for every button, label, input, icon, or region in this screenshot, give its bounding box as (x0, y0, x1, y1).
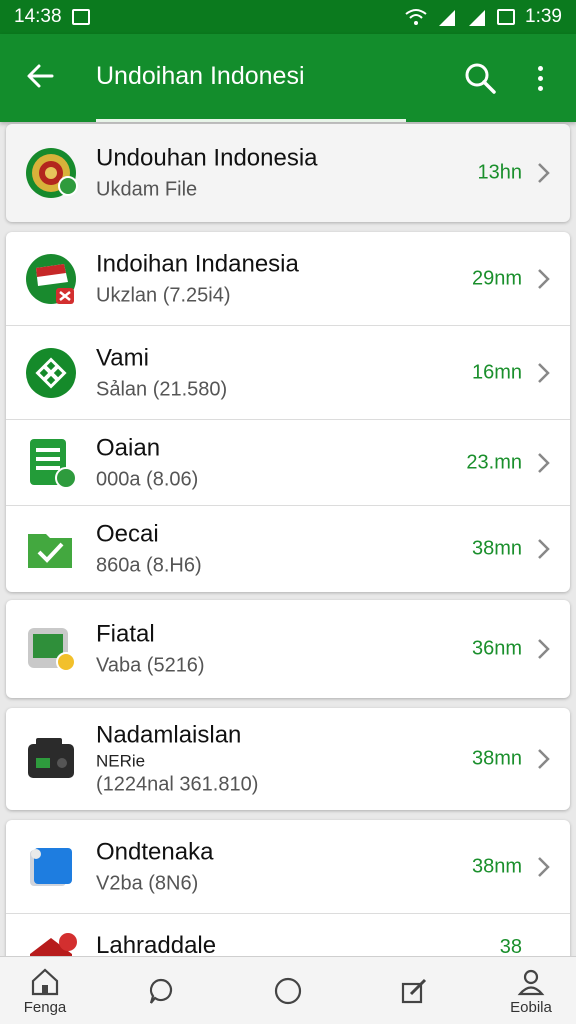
list-card: Indoіhan Indanesia Ukzlan (7.25i4) 29nm … (6, 232, 570, 592)
item-subtitle: (1224nal 361.810) (96, 773, 259, 796)
chevron-right-icon (538, 163, 550, 183)
nav-home-circle[interactable] (238, 957, 338, 1024)
item-name: Oaian (96, 434, 161, 461)
list-card: Nadamlaislan NERie (1224nal 361.810) 38m… (6, 708, 570, 810)
list-item[interactable]: Oecai 860a (8.H6) 38mn (6, 506, 570, 592)
list-item[interactable]: Indoіhan Indanesia Ukzlan (7.25i4) 29nm (6, 232, 570, 326)
list-item[interactable]: Nadamlaislan NERie (1224nal 361.810) 38m… (6, 708, 570, 810)
item-time: 16mn (471, 361, 522, 383)
bottom-navigation: Fenga Eobila (0, 956, 576, 1024)
more-options-button[interactable] (528, 58, 552, 98)
signal-icon (469, 10, 486, 26)
arrow-back-icon (27, 64, 54, 88)
item-tag: NERie (96, 751, 146, 771)
signal-icon (439, 10, 456, 26)
list-item[interactable]: Fiatal Vaba (5216) 36nm (6, 600, 570, 698)
nav-edit[interactable] (364, 957, 464, 1024)
item-subtitle: Ukdam File (96, 178, 198, 201)
device-icon (28, 628, 76, 672)
status-time-left: 14:38 (14, 6, 62, 27)
back-button[interactable] (20, 56, 60, 96)
dot-icon (537, 75, 543, 81)
file-blue-icon (30, 847, 72, 886)
item-time: 29nm (471, 267, 522, 289)
document-icon (30, 438, 77, 489)
chevron-right-icon (538, 362, 550, 383)
list-item[interactable]: Ondtenaka V2ba (8N6) 38nm (6, 820, 570, 914)
chevron-right-icon (538, 856, 550, 877)
title-underline (96, 119, 406, 122)
edit-icon (401, 978, 427, 1004)
chevron-right-icon (538, 452, 550, 473)
item-name: Nadamlaislan (96, 721, 242, 749)
profile-icon (517, 969, 545, 995)
app-bar: Undoіhan Indonesi (0, 34, 576, 122)
list-card: Fiatal Vaba (5216) 36nm (6, 600, 570, 698)
search-button[interactable] (462, 58, 498, 98)
status-time-right: 1:39 (525, 6, 562, 27)
list-item[interactable]: Vami Sảlan (21.580) 16mn (6, 326, 570, 420)
dot-icon (537, 65, 543, 71)
folder-check-icon (28, 534, 72, 568)
item-subtitle: Ukzlan (7.25i4) (96, 284, 231, 306)
chevron-right-icon (538, 539, 550, 559)
chevron-right-icon (538, 639, 550, 659)
page-title: Undoіhan Indonesi (96, 62, 305, 90)
list-card: Undouhan Indonesia Ukdam File 13hn (6, 124, 570, 222)
item-time: 38mn (471, 747, 522, 770)
item-time: 23.mn (466, 451, 522, 473)
item-subtitle: Vaba (5216) (96, 654, 205, 677)
item-time: 36nm (471, 637, 522, 660)
chevron-right-icon (538, 268, 550, 289)
item-name: Undouhan Indonesia (96, 144, 318, 172)
item-name: Indoіhan Indanesia (96, 250, 299, 277)
circle-icon (274, 977, 302, 1005)
chevron-right-icon (538, 749, 550, 769)
nav-home[interactable]: Fenga (0, 957, 95, 1024)
item-time: 38nm (471, 855, 522, 877)
flag-icon (26, 253, 76, 304)
dot-icon (537, 85, 543, 91)
radio-icon (28, 738, 74, 778)
item-name: Oecai (96, 520, 159, 548)
nav-label: Fenga (23, 998, 67, 1016)
home-icon (31, 968, 59, 995)
list-item[interactable]: Undouhan Indonesia Ukdam File 13hn (6, 124, 570, 222)
status-bar: 14:38 1:39 (0, 0, 576, 34)
list-item[interactable]: Oaian 000a (8.06) 23.mn (6, 420, 570, 506)
nav-profile[interactable]: Eobila (481, 957, 576, 1024)
item-subtitle: Sảlan (21.580) (96, 378, 228, 400)
nav-label: Eobila (510, 998, 552, 1016)
item-subtitle: V2ba (8N6) (96, 872, 199, 894)
list-item[interactable]: Lahraddale 38 (6, 914, 570, 960)
pattern-icon (26, 347, 76, 398)
nav-chat[interactable] (112, 957, 212, 1024)
chat-icon (149, 978, 173, 1004)
notification-icon (71, 9, 90, 25)
item-name: Ondtenaka (96, 838, 214, 865)
battery-icon (497, 9, 516, 25)
wifi-icon (405, 9, 427, 25)
item-subtitle: 000a (8.06) (96, 468, 199, 490)
item-time: 13hn (477, 161, 523, 184)
item-name: Vami (96, 344, 149, 371)
search-icon (465, 63, 496, 94)
item-name: Fiatal (96, 620, 155, 648)
emblem-icon (26, 148, 78, 198)
item-time: 38mn (471, 537, 522, 560)
item-subtitle: 860a (8.H6) (96, 554, 202, 577)
list-card: Ondtenaka V2ba (8N6) 38nm Lahraddale 38 (6, 820, 570, 960)
